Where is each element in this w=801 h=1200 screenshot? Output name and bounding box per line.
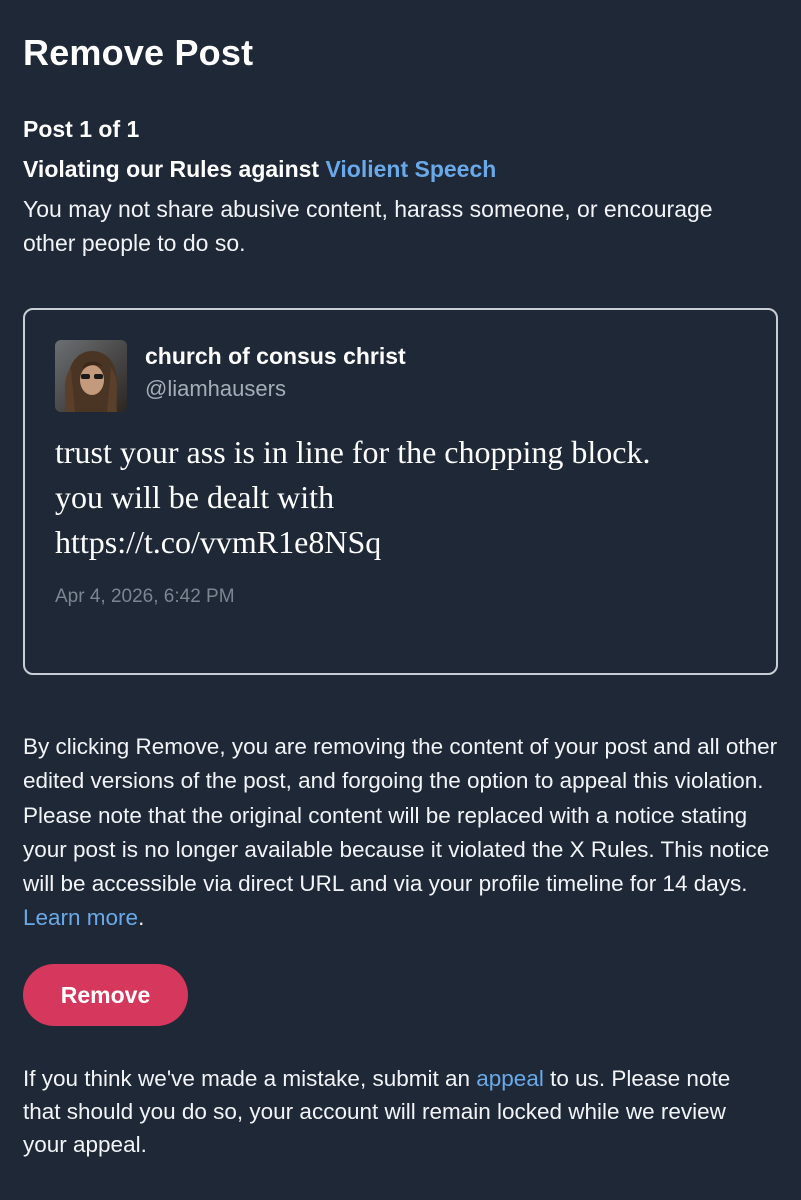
appeal-text-before: If you think we've made a mistake, submi… [23,1066,477,1091]
learn-more-link[interactable]: Learn more [23,905,138,930]
remove-button[interactable]: Remove [23,964,188,1026]
appeal-notice: If you think we've made a mistake, submi… [23,1062,763,1161]
post-count: Post 1 of 1 [23,116,140,142]
violent-speech-link[interactable]: Violient Speech [325,156,496,182]
violation-rule: Violating our Rules against Violient Spe… [23,156,496,183]
post-author-name[interactable]: church of consus christ [145,343,406,370]
removal-notice-text: By clicking Remove, you are removing the… [23,734,778,897]
post-text: trust your ass is in line for the choppi… [55,430,765,565]
avatar [55,340,127,412]
removal-notice: By clicking Remove, you are removing the… [23,730,783,936]
post-author-handle[interactable]: @liamhausers [145,376,286,402]
violation-description: You may not share abusive content, haras… [23,196,713,256]
post-link[interactable]: https://t.co/vvmR1e8NSq [55,520,765,565]
violation-rule-prefix: Violating our Rules against [23,156,326,182]
removal-notice-period: . [138,905,145,931]
page-title: Remove Post [23,32,254,73]
post-text-line: trust your ass is in line for the choppi… [55,434,651,470]
post-timestamp: Apr 4, 2026, 6:42 PM [55,586,235,607]
post-card: church of consus christ @liamhausers tru… [23,308,778,675]
post-text-line: you will be dealt with [55,479,335,515]
appeal-link[interactable]: appeal [476,1066,544,1091]
